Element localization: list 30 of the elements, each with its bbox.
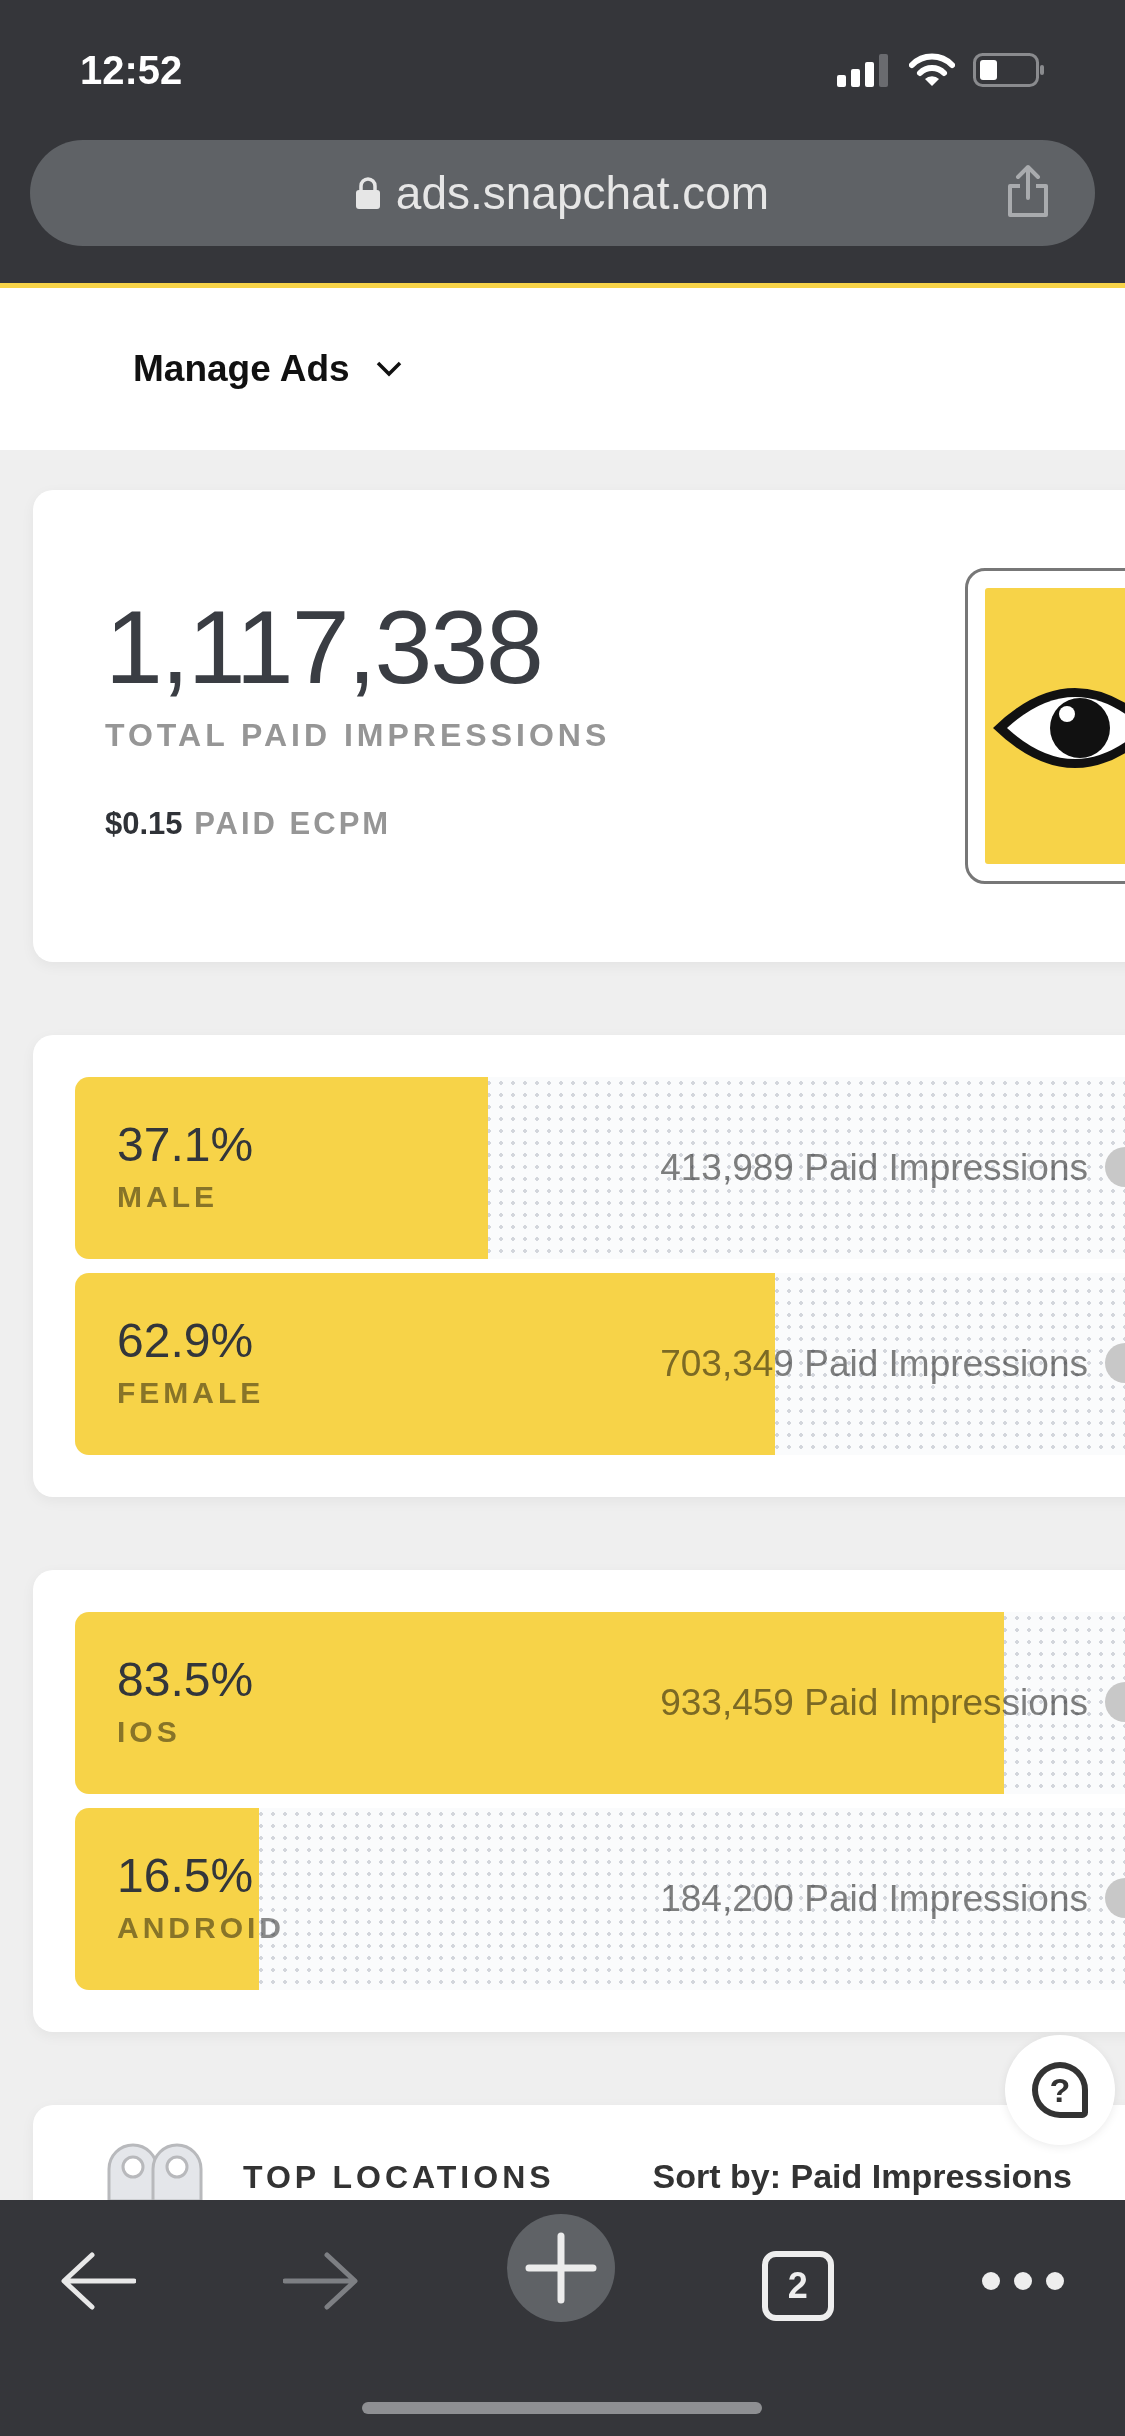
signal-icon [837, 53, 891, 87]
lock-icon [355, 177, 380, 209]
total-label: TOTAL PAID IMPRESSIONS [105, 717, 612, 754]
percent-value: 83.5% [117, 1652, 254, 1707]
back-icon[interactable] [60, 2251, 136, 2311]
new-tab-icon[interactable] [506, 2214, 615, 2322]
share-icon[interactable] [1006, 164, 1050, 218]
percent-value: 37.1% [117, 1117, 254, 1172]
tabs-button[interactable]: 2 [761, 2251, 834, 2321]
impressions-text: 184,200 Paid Impressions [660, 1878, 1088, 1920]
percent-value: 16.5% [117, 1848, 255, 1903]
help-button[interactable]: ? [1005, 2035, 1115, 2145]
wifi-icon [909, 53, 955, 87]
impressions-text: 413,989 Paid Impressions [660, 1147, 1088, 1189]
more-icon[interactable] [981, 2271, 1065, 2291]
total-impressions: 1,117,338 [105, 595, 543, 699]
segment-label: IOS [117, 1715, 182, 1749]
segment-label: FEMALE [117, 1376, 265, 1410]
ecpm-label: PAID ECPM [194, 806, 392, 841]
segment-label: MALE [117, 1180, 219, 1214]
address-bar[interactable]: ads.snapchat.com [30, 140, 1095, 246]
percent-value: 62.9% [117, 1313, 255, 1368]
sort-dropdown[interactable]: Sort by: Paid Impressions [652, 2157, 1073, 2196]
chevron-icon [375, 361, 402, 377]
battery-icon [973, 53, 1045, 87]
section-title: TOP LOCATIONS [243, 2159, 555, 2196]
manage-ads-menu[interactable]: Manage Ads [133, 348, 402, 390]
ecpm-value: $0.15 [105, 806, 183, 841]
pin-icon [105, 2141, 205, 2201]
status-time: 12:52 [80, 47, 183, 93]
